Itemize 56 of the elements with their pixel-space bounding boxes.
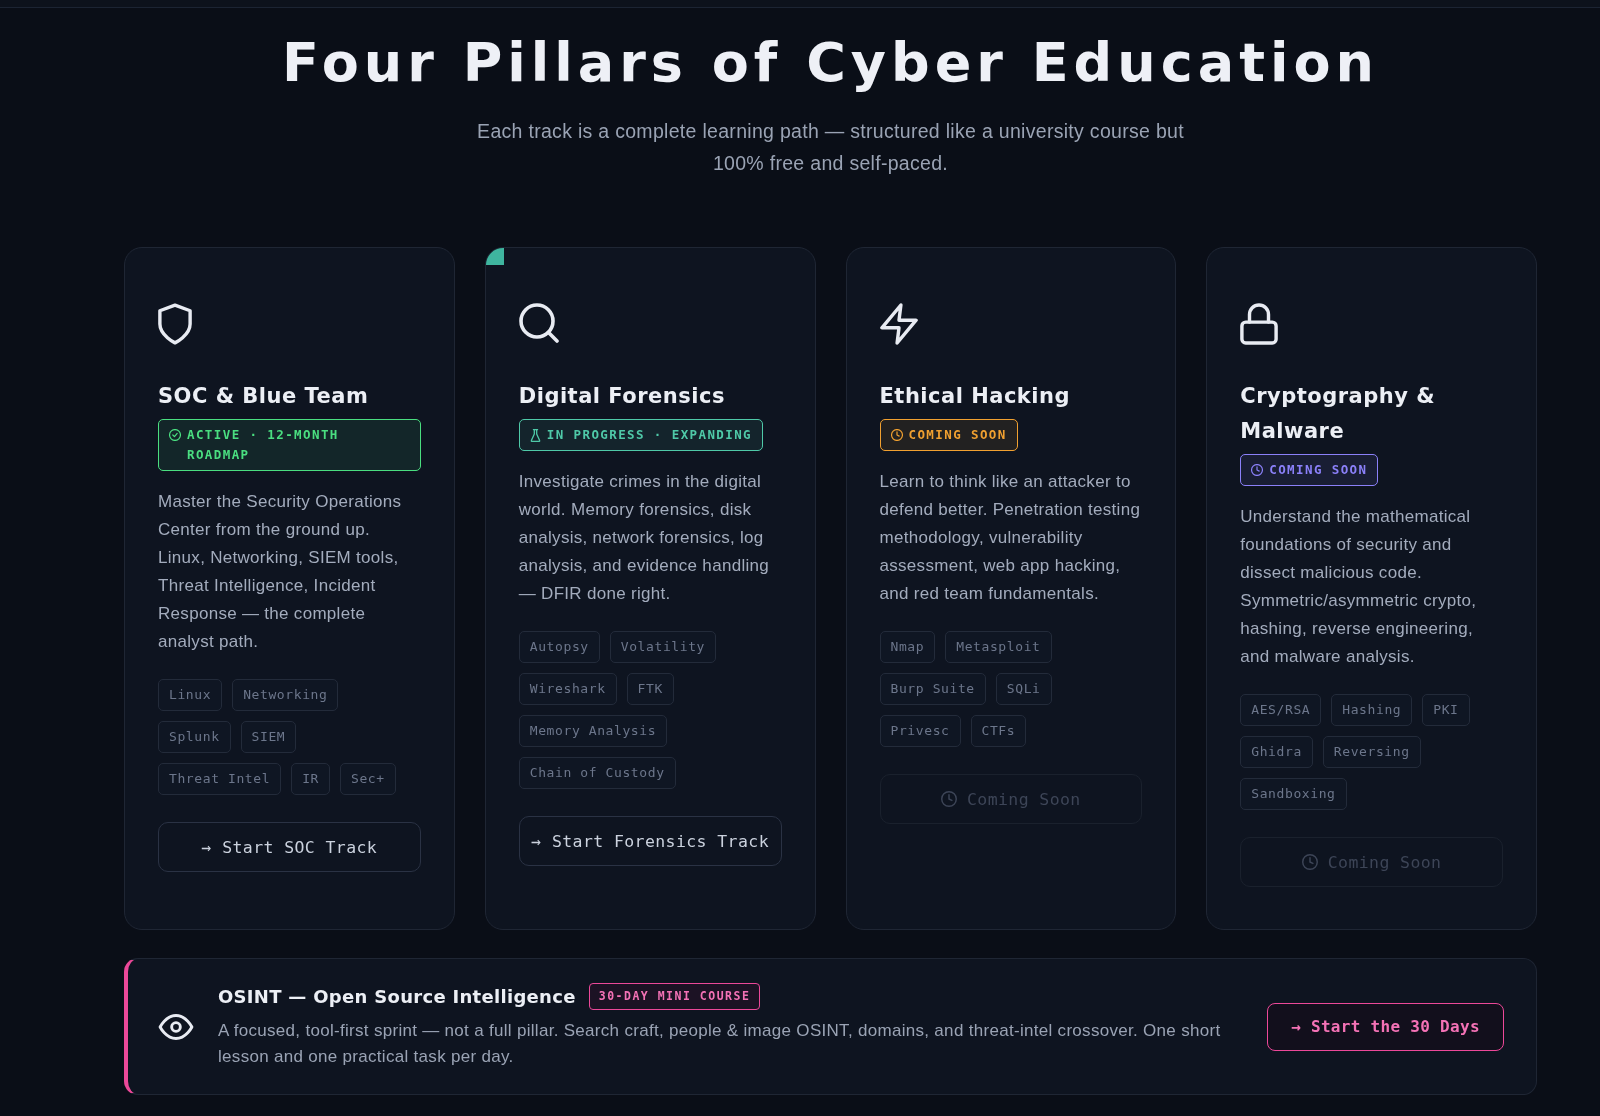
- card-description: Understand the mathematical foundations of security and dissect malicious code. Symmetric/asymmetric crypto, hashing, reverse engineering, and malware analysis.: [1240, 506, 1478, 668]
- section-title: Four Pillars of Cyber Education: [281, 32, 1380, 94]
- clock-icon: [890, 429, 903, 441]
- course-badge: 30-DAY MINI COURSE: [588, 983, 761, 1010]
- topic-tag: CTFs: [970, 715, 1027, 747]
- eye-icon: [158, 1013, 194, 1040]
- topic-tag: Reversing: [1322, 736, 1421, 768]
- search-icon: [518, 303, 559, 343]
- flask-icon: [529, 429, 541, 442]
- topic-tag: IR: [291, 763, 330, 795]
- lock-icon: [1240, 303, 1279, 345]
- topic-tag: FTK: [626, 673, 674, 705]
- topic-tag: Nmap: [879, 631, 936, 663]
- topic-tag: Autopsy: [518, 631, 600, 663]
- topic-tag: Memory Analysis: [518, 715, 668, 747]
- track-button[interactable]: → Start Forensics Track: [518, 816, 782, 866]
- status-label: ACTIVE · 12-MONTH ROADMAP: [187, 426, 340, 464]
- card-title: Ethical Hacking: [879, 383, 1071, 410]
- topic-tag: Sec+: [340, 763, 396, 795]
- clock-icon: [1301, 854, 1318, 870]
- check-circle-icon: [169, 429, 181, 441]
- lightning-icon: [879, 303, 918, 345]
- clock-icon: [1251, 464, 1264, 476]
- topic-tag: SIEM: [240, 721, 297, 753]
- topic-tag: Volatility: [609, 631, 717, 663]
- banner-description: A focused, tool-first sprint — not a full pillar. Search craft, people & image OSINT, domains, and threat-intel crossover. One short lesson and one practical task per day.: [218, 1020, 1222, 1068]
- topic-tag: Ghidra: [1240, 736, 1313, 768]
- topic-tag: Hashing: [1331, 694, 1413, 726]
- topic-tag: SQLi: [995, 673, 1052, 705]
- track-button[interactable]: → Start SOC Track: [158, 822, 421, 872]
- topic-tag: Metasploit: [945, 631, 1052, 663]
- card-title: Digital Forensics: [518, 383, 726, 410]
- card-description: Master the Security Operations Center from the ground up. Linux, Networking, SIEM tools, Threat Intelligence, Incident Response — the complete analyst path.: [158, 491, 403, 653]
- status-label: COMING SOON: [1269, 461, 1368, 479]
- topic-tag: Burp Suite: [879, 673, 986, 705]
- topic-tag: Chain of Custody: [518, 757, 676, 789]
- card-title: SOC & Blue Team: [158, 383, 370, 410]
- topic-tag: Wireshark: [518, 673, 617, 705]
- start-button[interactable]: → Start the 30 Days: [1267, 1002, 1504, 1051]
- status-label: COMING SOON: [908, 426, 1007, 444]
- topic-tag: Splunk: [158, 721, 231, 753]
- topic-tag: Threat Intel: [158, 763, 282, 795]
- shield-icon: [158, 303, 192, 345]
- banner-title: OSINT — Open Source Intelligence: [218, 985, 576, 1009]
- status-label: IN PROGRESS · EXPANDING: [546, 426, 753, 444]
- card-description: Learn to think like an attacker to defend better. Penetration testing methodology, vulnerability assessment, web app hacking, and red team fundamentals.: [879, 471, 1142, 605]
- topic-tag: Networking: [232, 679, 339, 711]
- topic-tag: Privesc: [879, 715, 961, 747]
- clock-icon: [941, 791, 958, 807]
- section-subtitle: Each track is a complete learning path — structured like a university course but 100% free and self-paced.: [476, 119, 1185, 176]
- card-title: Cryptography & Malware: [1240, 383, 1437, 445]
- card-description: Investigate crimes in the digital world. Memory forensics, disk analysis, network forensics, log analysis, and evidence handling — DFIR done right.: [518, 471, 771, 605]
- topic-tag: Sandboxing: [1240, 778, 1347, 810]
- topic-tag: PKI: [1422, 694, 1470, 726]
- topic-tag: Linux: [158, 679, 223, 711]
- topic-tag: AES/RSA: [1240, 694, 1322, 726]
